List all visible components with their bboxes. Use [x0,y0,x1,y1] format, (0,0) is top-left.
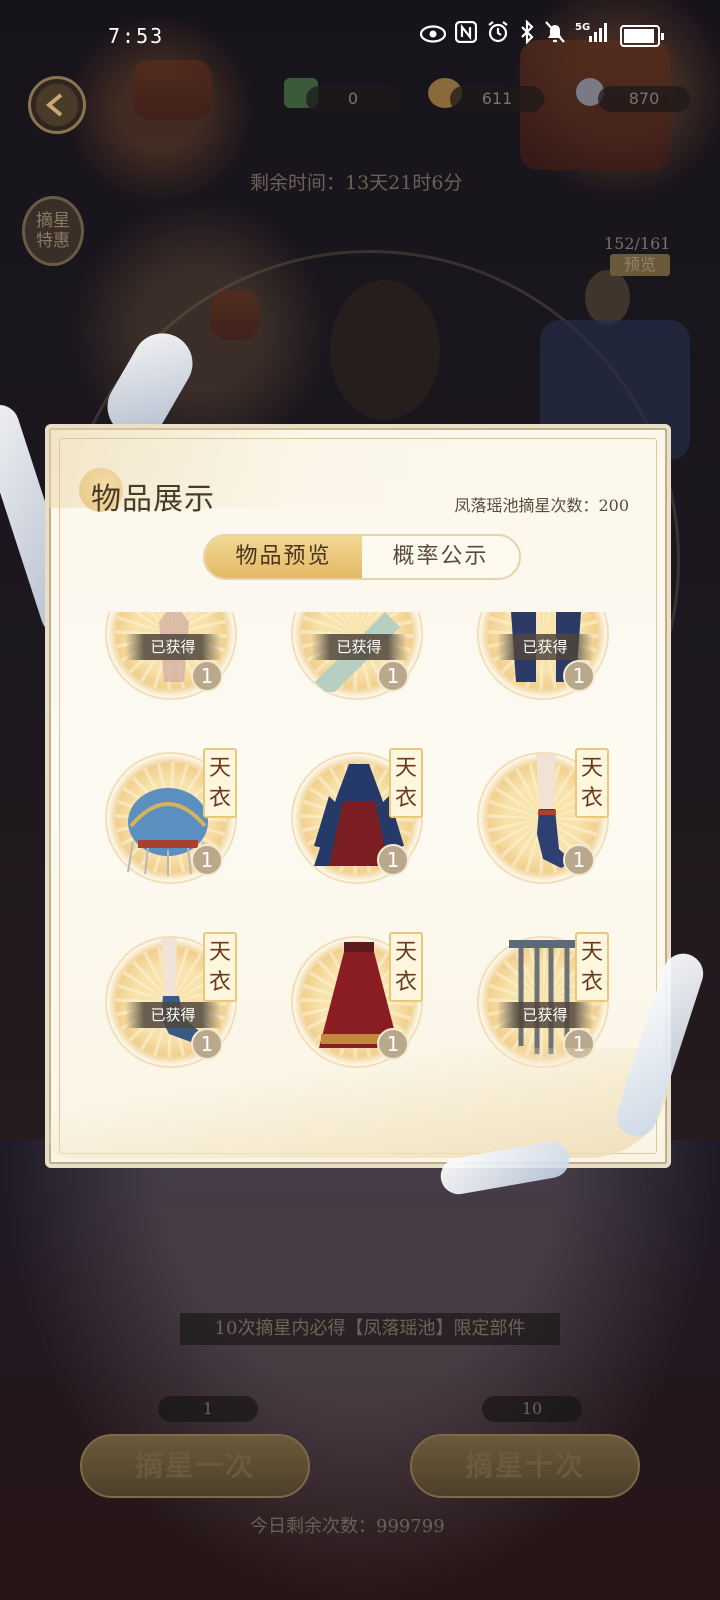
status-icons: 5G [419,19,664,51]
preview-count: 152/161 [604,234,671,253]
obtained-label: 已获得 [125,634,221,660]
item-quantity: 1 [377,844,409,876]
item-quantity: 1 [377,660,409,692]
diamond-counter: 870 [598,86,690,112]
draw-once-button[interactable]: 摘星一次 [80,1434,310,1498]
item-quantity: 1 [191,844,223,876]
modal-title: 物品展示 [91,482,215,517]
preview-button[interactable]: 152/161 预览 [590,190,690,280]
star-discount-button[interactable]: 摘星特惠 [22,196,84,266]
tianyi-tag: 天衣 [203,932,237,1002]
coin-counter: 611 [450,86,544,112]
status-bar: 7:53 5G [0,0,720,72]
today-remaining: 今日剩余次数：999799 [250,1516,445,1537]
item-cell[interactable]: 已获得 1 [69,612,255,704]
eye-icon [419,22,447,50]
status-time: 7:53 [108,24,165,48]
tianyi-tag: 天衣 [575,748,609,818]
tianyi-tag: 天衣 [389,748,423,818]
tab-item-preview[interactable]: 物品预览 [205,536,362,578]
tab-probability[interactable]: 概率公示 [362,536,519,578]
ticket-counter: 0 [306,86,400,112]
item-quantity: 1 [191,660,223,692]
back-arrow-icon [45,93,63,117]
bluetooth-icon [519,19,535,51]
obtained-label: 已获得 [125,1002,221,1028]
item-cell[interactable]: 天衣 1 [69,746,255,888]
preview-label: 预览 [610,254,670,276]
obtained-label: 已获得 [311,634,407,660]
battery-icon [620,24,664,47]
ten-draw-cost: 10 [482,1396,582,1422]
modal-tabs: 物品预览 概率公示 [203,534,521,580]
star-discount-label: 摘星特惠 [36,211,70,251]
obtained-label: 已获得 [497,1002,593,1028]
single-draw-cost: 1 [158,1396,258,1422]
item-quantity: 1 [563,660,595,692]
signal-5g-icon: 5G [575,20,611,51]
tianyi-tag: 天衣 [389,932,423,1002]
draw-ten-button[interactable]: 摘星十次 [410,1434,640,1498]
item-cell[interactable]: 天衣 1 [441,746,627,888]
modal-bottom-swirl [49,1048,669,1158]
svg-text:5G: 5G [575,22,590,33]
pool-draw-count: 凤落瑶池摘星次数：200 [454,496,629,515]
obtained-label: 已获得 [497,634,593,660]
item-cell[interactable]: 已获得 1 [255,612,441,704]
item-display-modal: 物品展示 凤落瑶池摘星次数：200 物品预览 概率公示 已获得 1 已获得 1 [45,424,675,1168]
item-quantity: 1 [563,844,595,876]
item-cell[interactable]: 已获得 1 [441,612,627,704]
item-grid: 已获得 1 已获得 1 已获得 1 天衣 1 天衣 1 天衣 1 天衣 已获得 … [69,612,627,1072]
alarm-icon [486,20,510,51]
tianyi-tag: 天衣 [203,748,237,818]
tianyi-tag: 天衣 [575,932,609,1002]
guarantee-text: 10次摘星内必得【凤落瑶池】限定部件 [180,1313,560,1345]
item-cell[interactable]: 天衣 1 [255,746,441,888]
remaining-time: 剩余时间：13天21时6分 [250,172,463,194]
back-button[interactable] [28,76,86,134]
mute-icon [544,20,566,51]
nfc-icon [454,20,478,50]
